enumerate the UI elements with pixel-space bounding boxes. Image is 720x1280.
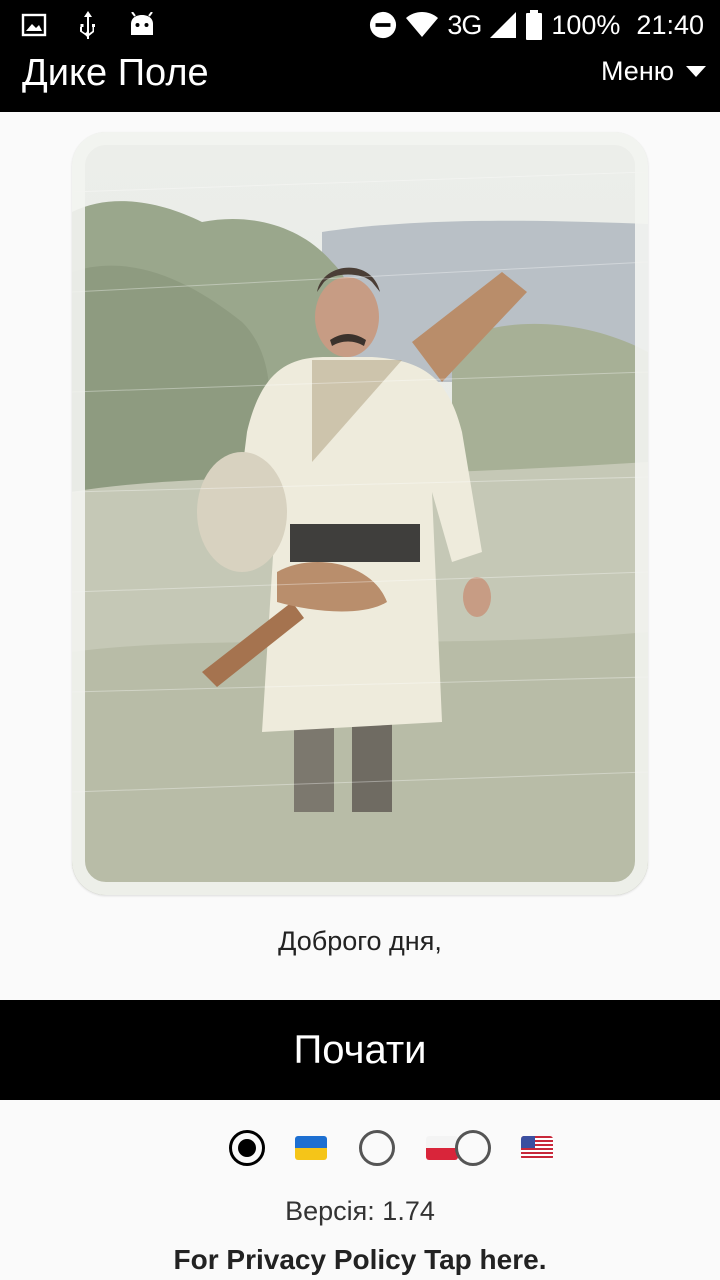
do-not-disturb-icon [369,11,397,39]
greeting-text: Доброго дня, [278,926,442,956]
clock: 21:40 [636,9,704,40]
chevron-down-icon [686,66,706,77]
cossack-image [72,132,648,895]
usa-flag-icon [521,1136,553,1160]
language-selector [0,1126,720,1172]
version-text: Версія: 1.74 [285,1196,435,1226]
app-bar: Дике Поле Меню [0,50,720,112]
status-bar-notifications [20,8,156,42]
usb-icon [74,11,102,39]
app-title: Дике Поле [22,52,209,94]
status-bar: 3G 100% 21:40 [0,0,720,50]
image-icon [20,11,48,39]
signal-icon [489,11,517,39]
language-radio-ukrainian[interactable] [229,1130,265,1166]
language-radio-english[interactable] [455,1130,491,1166]
privacy-policy-link[interactable]: For Privacy Policy Tap here. [0,1244,720,1276]
status-bar-system: 3G 100% 21:40 [369,4,704,46]
start-button[interactable]: Почати [0,1000,720,1100]
battery-level: 100% [551,9,621,40]
cossack-illustration [72,132,648,895]
wifi-icon [405,11,439,39]
android-icon [128,11,156,39]
network-type: 3G [447,9,482,40]
ukraine-flag-icon [295,1136,327,1160]
language-radio-polish[interactable] [359,1130,395,1166]
menu-label: Меню [601,56,674,86]
menu-dropdown-button[interactable]: Меню [601,56,706,87]
poland-flag-icon [426,1136,458,1160]
battery-icon [525,10,543,40]
